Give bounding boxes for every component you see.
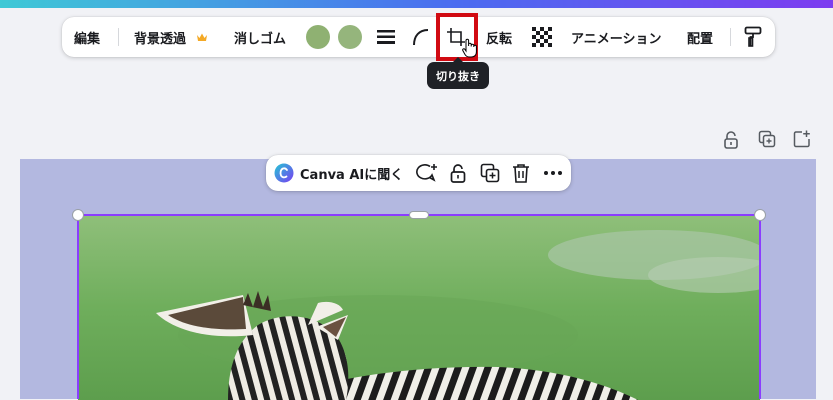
corner-icon [412,28,430,46]
resize-handle-top-left[interactable] [72,209,84,221]
position-label: 配置 [687,31,714,47]
lock-icon [449,163,467,183]
background-remover-label: 背景透過 [134,31,187,47]
edit-label: 編集 [74,31,101,47]
edit-button[interactable]: 編集 [74,17,100,57]
resize-handle-top[interactable] [409,211,429,219]
more-icon [543,170,563,176]
paint-roller-icon [744,26,762,48]
lines-icon [376,29,396,45]
border-style-button[interactable] [376,17,396,57]
flip-label: 反転 [486,31,513,47]
ask-canva-ai-label: Canva AIに聞く [300,167,404,183]
duplicate-button[interactable] [480,155,500,191]
corner-rounding-button[interactable] [412,17,430,57]
toolbar-divider [118,28,119,46]
more-options-button[interactable] [543,155,563,191]
crown-icon [196,32,208,42]
eraser-button[interactable]: 消しゴム [234,17,286,57]
duplicate-page-button[interactable] [758,130,776,152]
duplicate-icon [480,163,500,183]
flip-button[interactable]: 反転 [486,17,512,57]
animation-button[interactable]: アニメーション [571,17,661,57]
lock-page-button[interactable] [723,130,739,152]
add-page-icon [793,130,811,148]
lock-button[interactable] [449,155,467,191]
ask-canva-ai-button[interactable]: Canva AIに聞く [274,155,403,191]
checkerboard-icon [532,27,552,47]
resize-handle-top-right[interactable] [754,209,766,221]
canva-ai-logo-icon [274,163,294,183]
add-page-button[interactable] [793,130,811,152]
toolbar-divider [730,28,731,46]
hand-cursor-icon [462,38,478,58]
position-button[interactable]: 配置 [687,17,713,57]
comment-button[interactable] [416,155,438,191]
element-context-menu: Canva AIに聞く [266,155,571,191]
background-remover-button[interactable]: 背景透過 [134,17,208,57]
transparency-button[interactable] [532,17,552,57]
tooltip-text: 切り抜き [436,69,480,83]
crop-tooltip: 切り抜き [427,57,489,89]
duplicate-page-icon [758,130,776,148]
eraser-label: 消しゴム [234,31,287,47]
delete-button[interactable] [512,155,530,191]
color-swatch-1[interactable] [306,25,330,49]
lock-icon [723,130,739,150]
selection-frame [77,214,761,399]
trash-icon [512,163,530,183]
copy-style-button[interactable] [744,17,762,57]
animation-label: アニメーション [571,31,662,47]
top-gradient-bar [0,0,833,8]
image-edit-toolbar: 編集 背景透過 消しゴム 反転 アニメーション 配置 [62,17,775,57]
color-swatch-2[interactable] [338,25,362,49]
comment-add-icon [416,163,438,183]
